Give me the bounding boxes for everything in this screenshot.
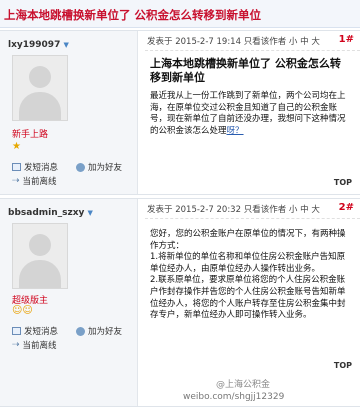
post-meta-bar: 发表于 2015-2-7 19:14 只看该作者 小 中 大 1#	[145, 31, 360, 51]
font-medium-button[interactable]: 中	[300, 37, 309, 47]
thread-title: 上海本地跳槽换新单位了 公积金怎么转移到新单位	[4, 8, 262, 22]
smiley-icon: ☺☺	[12, 305, 33, 316]
paragraph: 您好，您的公积金账户在原单位的情况下，有两种操作方式：	[150, 229, 346, 251]
send-message-button[interactable]: 发短消息	[12, 325, 58, 337]
author-name[interactable]: lxy199097 ▼	[8, 40, 69, 50]
chevron-down-icon[interactable]: ▼	[88, 209, 93, 217]
paragraph: 2.联系原单位，要求原单位将您的个人住房公积金账户作封存操作并告您的个人住房公积…	[150, 275, 346, 321]
post-meta-bar: 发表于 2015-2-7 20:32 只看该作者 小 中 大 2#	[145, 199, 360, 219]
post-body: 最近我从上一份工作跳到了新单位，两个公司均在上海，在原单位交过公积金且知道了自己…	[150, 91, 346, 136]
add-friend-icon	[76, 326, 85, 336]
paragraph: 1.将新单位的单位名称和单位住房公积金账户告知原单位经办人，由原单位经办人操作转…	[150, 252, 346, 274]
only-author-link[interactable]: 只看该作者	[244, 37, 287, 47]
status-icon: ⇢	[12, 176, 20, 186]
add-friend-button[interactable]: 加为好友	[76, 161, 122, 173]
watermark-url: weibo.com/shgjj12329	[183, 392, 285, 402]
post-time: 2015-2-7 20:32	[175, 205, 241, 215]
online-status: ⇢ 当前离线	[12, 176, 57, 187]
floor-number: 1#	[338, 34, 354, 45]
post-meta: 发表于 2015-2-7 20:32 只看该作者 小 中 大	[147, 205, 320, 215]
add-friend-button[interactable]: 加为好友	[76, 325, 122, 337]
post-meta: 发表于 2015-2-7 19:14 只看该作者 小 中 大	[147, 37, 320, 47]
post-time: 2015-2-7 19:14	[175, 37, 241, 47]
back-to-top-link[interactable]: TOP	[334, 178, 352, 187]
post-body: 您好，您的公积金账户在原单位的情况下，有两种操作方式： 1.将新单位的单位名称和…	[150, 229, 350, 322]
star-icon: ★	[12, 141, 21, 152]
message-icon	[12, 163, 21, 171]
post-content: 您好，您的公积金账户在原单位的情况下，有两种操作方式： 1.将新单位的单位名称和…	[150, 229, 350, 322]
post-content: 上海本地跳槽换新单位了 公积金怎么转移到新单位 最近我从上一份工作跳到了新单位，…	[150, 57, 350, 137]
only-author-link[interactable]: 只看该作者	[244, 205, 287, 215]
user-rank: 新手上路	[12, 130, 49, 140]
post-heading: 上海本地跳槽换新单位了 公积金怎么转移到新单位	[150, 57, 341, 84]
inline-link[interactable]: 呀？	[227, 126, 244, 136]
watermark-logo: @上海公积金	[216, 380, 271, 390]
chevron-down-icon[interactable]: ▼	[63, 41, 68, 49]
font-large-button[interactable]: 大	[311, 205, 320, 215]
add-friend-icon	[76, 162, 85, 172]
avatar[interactable]	[12, 223, 68, 289]
author-column: lxy199097 ▼ 新手上路 ★ 发短消息 加为好友 ⇢ 当前离线	[0, 31, 138, 194]
back-to-top-link[interactable]: TOP	[334, 361, 352, 370]
thread-title-bar: 上海本地跳槽换新单位了 公积金怎么转移到新单位	[0, 0, 360, 28]
post-1: lxy199097 ▼ 新手上路 ★ 发短消息 加为好友 ⇢ 当前离线 发表于 2…	[0, 30, 360, 195]
author-name[interactable]: bbsadmin_szxy ▼	[8, 208, 93, 218]
message-icon	[12, 327, 21, 335]
font-small-button[interactable]: 小	[289, 205, 298, 215]
font-small-button[interactable]: 小	[289, 37, 298, 47]
font-large-button[interactable]: 大	[311, 37, 320, 47]
post-2: bbsadmin_szxy ▼ 超级版主 ☺☺ 发短消息 加为好友 ⇢ 当前离线 …	[0, 198, 360, 407]
floor-number: 2#	[338, 202, 354, 213]
status-icon: ⇢	[12, 340, 20, 350]
send-message-button[interactable]: 发短消息	[12, 161, 58, 173]
author-column: bbsadmin_szxy ▼ 超级版主 ☺☺ 发短消息 加为好友 ⇢ 当前离线	[0, 199, 138, 406]
avatar[interactable]	[12, 55, 68, 121]
online-status: ⇢ 当前离线	[12, 340, 57, 351]
font-medium-button[interactable]: 中	[300, 205, 309, 215]
